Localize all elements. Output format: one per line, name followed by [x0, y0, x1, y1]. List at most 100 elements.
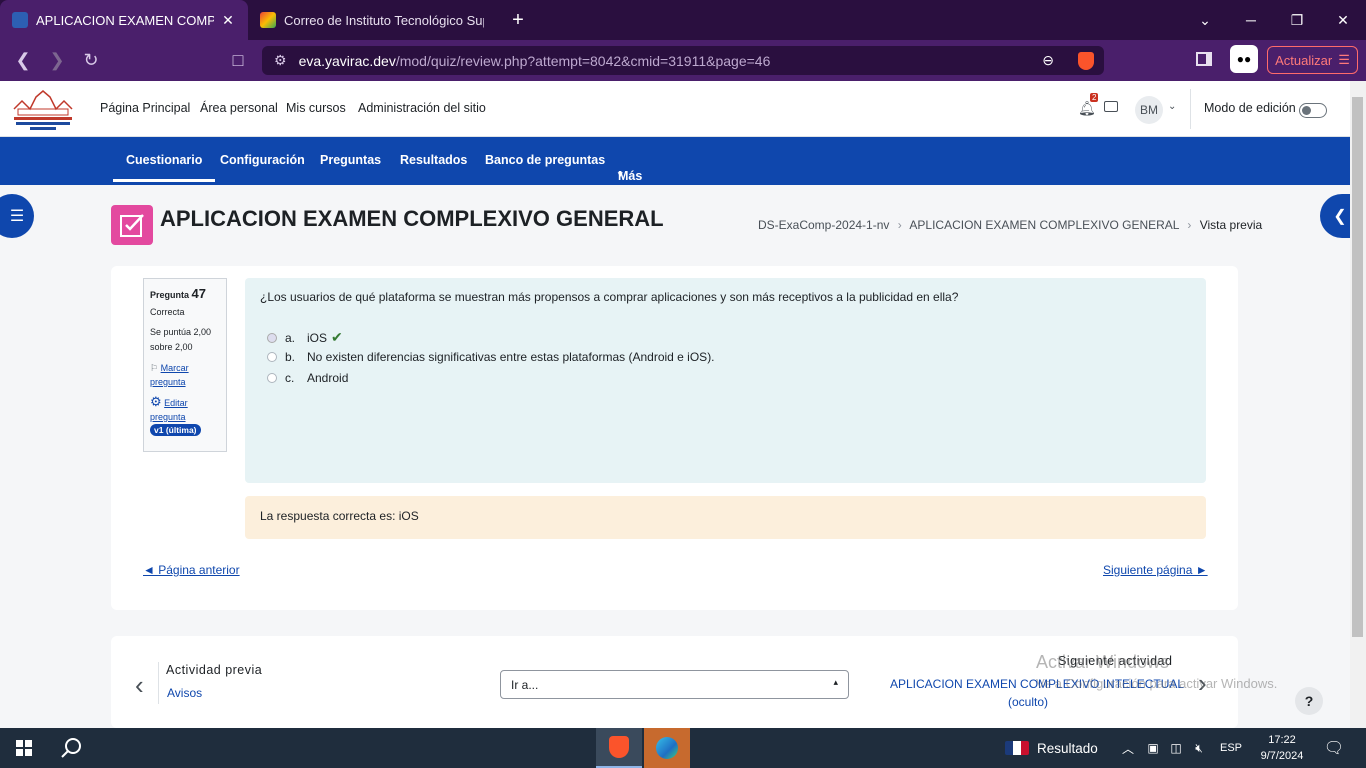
gmail-icon: [260, 12, 276, 28]
option-text: iOS: [307, 330, 328, 345]
edit-line-1: Editar: [164, 398, 188, 408]
tab-title: APLICACION EXAMEN COMPLEXIVO: [36, 12, 214, 28]
windows-start-icon[interactable]: [10, 728, 38, 768]
windows-watermark-text: Ve a Configuración para activar Windows.: [1036, 676, 1278, 691]
menu-icon: ☰: [1338, 52, 1350, 67]
previous-page-link[interactable]: ◄ Página anterior: [143, 563, 240, 577]
bookmark-icon[interactable]: □: [221, 50, 255, 71]
minimize-icon[interactable]: ─: [1228, 12, 1274, 28]
option-letter: c.: [285, 371, 295, 385]
edit-mode-toggle[interactable]: [1299, 103, 1327, 118]
update-button[interactable]: Actualizar ☰: [1267, 46, 1358, 74]
new-tab-icon[interactable]: +: [504, 9, 532, 32]
flag-line-2: pregunta: [150, 377, 186, 387]
close-window-icon[interactable]: ✕: [1320, 12, 1366, 29]
breadcrumb-course[interactable]: DS-ExaComp-2024-1-nv: [758, 218, 889, 232]
user-avatar[interactable]: BM: [1135, 96, 1163, 124]
page-title: APLICACION EXAMEN COMPLEXIVO GENERAL: [160, 206, 664, 231]
tab-question-bank[interactable]: Banco de preguntas: [485, 153, 605, 167]
previous-activity-label: Actividad previa: [166, 663, 263, 677]
chevron-down-icon: ▾: [618, 169, 623, 179]
nav-dashboard[interactable]: Área personal: [200, 101, 278, 115]
notification-bell-icon[interactable]: 🔔︎: [1078, 100, 1096, 117]
page-scrollbar[interactable]: [1350, 81, 1366, 728]
secondary-navigation: Cuestionario Configuración Preguntas Res…: [0, 137, 1350, 185]
jump-to-value: Ir a...: [511, 678, 539, 692]
breadcrumb-current: Vista previa: [1199, 218, 1263, 232]
reload-icon[interactable]: ↻: [74, 50, 108, 71]
brave-shields-icon[interactable]: [1078, 51, 1094, 70]
nav-my-courses[interactable]: Mis cursos: [286, 101, 346, 115]
scrollbar-thumb[interactable]: [1352, 97, 1363, 637]
radio-c[interactable]: [267, 373, 277, 383]
sidebar-icon[interactable]: [1196, 52, 1212, 66]
windows-taskbar: Resultado ︿ ▣ ◫ 🔇︎ ESP 17:22 9/7/2024 🗨︎: [0, 728, 1366, 768]
institute-logo[interactable]: [12, 87, 74, 131]
radio-b[interactable]: [267, 352, 277, 362]
chevron-down-icon[interactable]: ⌄: [1182, 12, 1228, 29]
window-controls: ⌄ ─ ❐ ✕: [1182, 0, 1366, 40]
edit-question-link[interactable]: ⚙ Editar pregunta: [150, 395, 220, 424]
chevron-left-icon[interactable]: ‹: [135, 670, 144, 701]
help-button[interactable]: ?: [1295, 687, 1323, 715]
tab-questions[interactable]: Preguntas: [320, 153, 381, 167]
edge-browser-taskbar-icon[interactable]: [644, 728, 690, 768]
volume-muted-icon[interactable]: 🔇︎: [1190, 728, 1208, 768]
tab-settings[interactable]: Configuración: [220, 153, 305, 167]
zoom-icon[interactable]: ⊖: [1042, 52, 1054, 69]
answer-option-b[interactable]: b. No existen diferencias significativas…: [267, 350, 715, 364]
network-icon[interactable]: ◫: [1168, 728, 1184, 768]
tray-chevron-up-icon[interactable]: ︿: [1120, 728, 1136, 768]
brave-browser-taskbar-icon[interactable]: [596, 728, 642, 768]
clock[interactable]: 17:22 9/7/2024: [1252, 732, 1312, 764]
notification-count-badge: 2: [1090, 93, 1099, 102]
clock-date: 9/7/2024: [1260, 750, 1304, 762]
breadcrumb-quiz[interactable]: APLICACION EXAMEN COMPLEXIVO GENERAL: [909, 218, 1179, 232]
gear-icon: ⚙: [150, 394, 162, 409]
browser-tab-mail[interactable]: Correo de Instituto Tecnológico Superior: [248, 0, 496, 40]
edit-mode-label: Modo de edición: [1204, 101, 1296, 115]
search-icon[interactable]: [58, 728, 86, 768]
grade-line-2: sobre 2,00: [150, 342, 193, 352]
list-icon: ☰: [9, 208, 25, 225]
nav-home[interactable]: Página Principal: [100, 101, 190, 115]
forward-icon[interactable]: ❯: [40, 50, 74, 71]
jump-to-select[interactable]: Ir a... ▴: [500, 670, 849, 699]
radio-a[interactable]: [267, 332, 277, 343]
widget-result-label[interactable]: Resultado: [1037, 728, 1098, 768]
restore-icon[interactable]: ❐: [1274, 12, 1320, 29]
chevron-left-icon: ❮: [1333, 208, 1347, 225]
close-tab-icon[interactable]: ✕: [220, 12, 236, 29]
meet-icon[interactable]: ▣: [1145, 728, 1161, 768]
option-text: No existen diferencias significativas en…: [307, 350, 715, 364]
messages-icon[interactable]: [1104, 101, 1118, 112]
next-page-link[interactable]: Siguiente página ►: [1103, 563, 1208, 577]
question-number: Pregunta 47: [150, 286, 220, 301]
user-menu-chevron-icon[interactable]: ⌄: [1168, 101, 1176, 112]
divider: [1190, 89, 1191, 129]
answer-option-c[interactable]: c. Android: [267, 371, 348, 385]
back-icon[interactable]: ❮: [6, 50, 40, 71]
language-indicator[interactable]: ESP: [1220, 728, 1242, 768]
browser-tab-quiz[interactable]: APLICACION EXAMEN COMPLEXIVO ✕: [0, 0, 248, 40]
tab-results[interactable]: Resultados: [400, 153, 467, 167]
tab-quiz[interactable]: Cuestionario: [113, 153, 216, 182]
url-bar[interactable]: ⚙ eva.yavirac.dev/mod/quiz/review.php?at…: [262, 46, 1104, 75]
question-content: ¿Los usuarios de qué plataforma se muest…: [245, 278, 1206, 483]
select-arrows-icon: ▴: [833, 677, 838, 687]
update-label: Actualizar: [1275, 52, 1333, 68]
answer-option-a[interactable]: a. iOS ✔: [267, 329, 343, 346]
reader-icon[interactable]: ●●: [1230, 45, 1258, 73]
notifications-center-icon[interactable]: 🗨︎: [1322, 728, 1346, 768]
option-letter: b.: [285, 350, 296, 364]
flag-icon: ⚐: [150, 363, 159, 373]
option-letter: a.: [285, 330, 296, 345]
course-index-toggle[interactable]: ☰: [0, 194, 34, 238]
tab-title: Correo de Instituto Tecnológico Superior: [284, 12, 484, 28]
flag-question-link[interactable]: ⚐ Marcar pregunta: [150, 361, 220, 389]
previous-activity-link[interactable]: Avisos: [167, 686, 202, 700]
nav-site-admin[interactable]: Administración del sitio: [358, 101, 486, 115]
site-settings-icon[interactable]: ⚙: [274, 52, 287, 69]
next-activity-hidden-note: (oculto): [1008, 695, 1049, 709]
breadcrumb-separator-icon: ›: [897, 218, 902, 232]
